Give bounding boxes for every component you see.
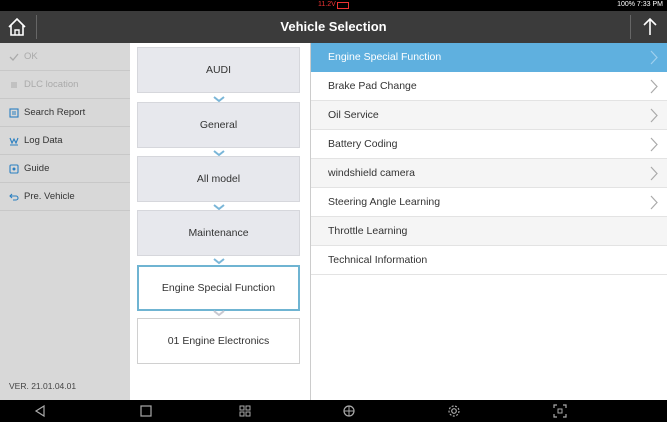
status-right: 100% 7:33 PM: [617, 1, 663, 8]
log-data-label: Log Data: [24, 135, 63, 146]
function-item-label: Battery Coding: [328, 138, 398, 150]
search-report-label: Search Report: [24, 107, 86, 118]
status-bar: 11.2V 100% 7:33 PM: [0, 0, 667, 11]
function-item[interactable]: Technical Information: [311, 246, 667, 275]
left-panel: OK DLC location Search Report Log Data G…: [0, 43, 130, 400]
screenshot-icon[interactable]: [553, 404, 567, 418]
voltage-readout: 11.2V: [318, 1, 336, 8]
breadcrumb: AUDI General All model Maintenance Engin…: [130, 43, 310, 400]
ok-button[interactable]: OK: [0, 43, 130, 71]
function-item-label: Throttle Learning: [328, 225, 408, 237]
function-item-label: Steering Angle Learning: [328, 196, 441, 208]
page-title: Vehicle Selection: [280, 19, 387, 34]
breadcrumb-step-next[interactable]: 01 Engine Electronics: [137, 318, 300, 364]
chevron-right-icon: [650, 79, 658, 94]
ok-label: OK: [24, 51, 38, 62]
dlc-location-button[interactable]: DLC location: [0, 71, 130, 99]
breadcrumb-step-label: Engine Special Function: [161, 282, 276, 294]
function-item[interactable]: Brake Pad Change: [311, 72, 667, 101]
function-item-label: Engine Special Function: [328, 51, 442, 63]
browser-icon[interactable]: [342, 404, 356, 418]
function-item-label: Brake Pad Change: [328, 80, 417, 92]
log-icon: [9, 136, 19, 146]
upload-icon[interactable]: [637, 14, 663, 40]
breadcrumb-step-active[interactable]: Engine Special Function: [137, 265, 300, 311]
chevron-down-icon: [213, 310, 225, 317]
title-bar: Vehicle Selection: [0, 11, 667, 43]
version-label: VER. 21.01.04.01: [9, 381, 77, 391]
chevron-down-icon: [213, 258, 225, 265]
breadcrumb-step[interactable]: All model: [137, 156, 300, 202]
car-battery-icon: [337, 2, 349, 9]
apps-grid-icon[interactable]: [238, 404, 252, 418]
function-item[interactable]: Throttle Learning: [311, 217, 667, 246]
log-data-button[interactable]: Log Data: [0, 127, 130, 155]
guide-button[interactable]: Guide: [0, 155, 130, 183]
function-item-label: Oil Service: [328, 109, 379, 121]
breadcrumb-step-label: Maintenance: [188, 227, 249, 239]
search-report-button[interactable]: Search Report: [0, 99, 130, 127]
pre-vehicle-button[interactable]: Pre. Vehicle: [0, 183, 130, 211]
function-item[interactable]: Oil Service: [311, 101, 667, 130]
report-icon: [9, 107, 19, 118]
breadcrumb-step[interactable]: AUDI: [137, 47, 300, 93]
function-item[interactable]: windshield camera: [311, 159, 667, 188]
breadcrumb-step-label: General: [199, 119, 238, 131]
chevron-right-icon: [650, 50, 658, 65]
chevron-right-icon: [650, 137, 658, 152]
back-arrow-icon: [9, 192, 19, 202]
title-divider: [630, 15, 631, 39]
chevron-right-icon: [650, 108, 658, 123]
chevron-right-icon: [650, 166, 658, 181]
breadcrumb-step-label: AUDI: [205, 64, 232, 76]
pre-vehicle-label: Pre. Vehicle: [24, 191, 75, 202]
dlc-location-label: DLC location: [24, 79, 79, 90]
recent-apps-icon[interactable]: [139, 404, 153, 418]
function-item[interactable]: Battery Coding: [311, 130, 667, 159]
chevron-right-icon: [650, 195, 658, 210]
guide-label: Guide: [24, 163, 50, 174]
dlc-icon: [9, 80, 19, 90]
guide-icon: [9, 163, 19, 174]
breadcrumb-step-label: 01 Engine Electronics: [167, 335, 270, 347]
nav-bar: [0, 400, 667, 422]
function-list: Engine Special Function Brake Pad Change…: [310, 43, 667, 400]
breadcrumb-step[interactable]: General: [137, 102, 300, 148]
check-icon: [9, 52, 19, 62]
settings-icon[interactable]: [447, 404, 461, 418]
function-item[interactable]: Engine Special Function: [311, 43, 667, 72]
function-item-label: Technical Information: [328, 254, 428, 266]
function-item[interactable]: Steering Angle Learning: [311, 188, 667, 217]
breadcrumb-step[interactable]: Maintenance: [137, 210, 300, 256]
function-item-label: windshield camera: [328, 167, 415, 179]
back-icon[interactable]: [33, 404, 47, 418]
breadcrumb-step-label: All model: [196, 173, 241, 185]
